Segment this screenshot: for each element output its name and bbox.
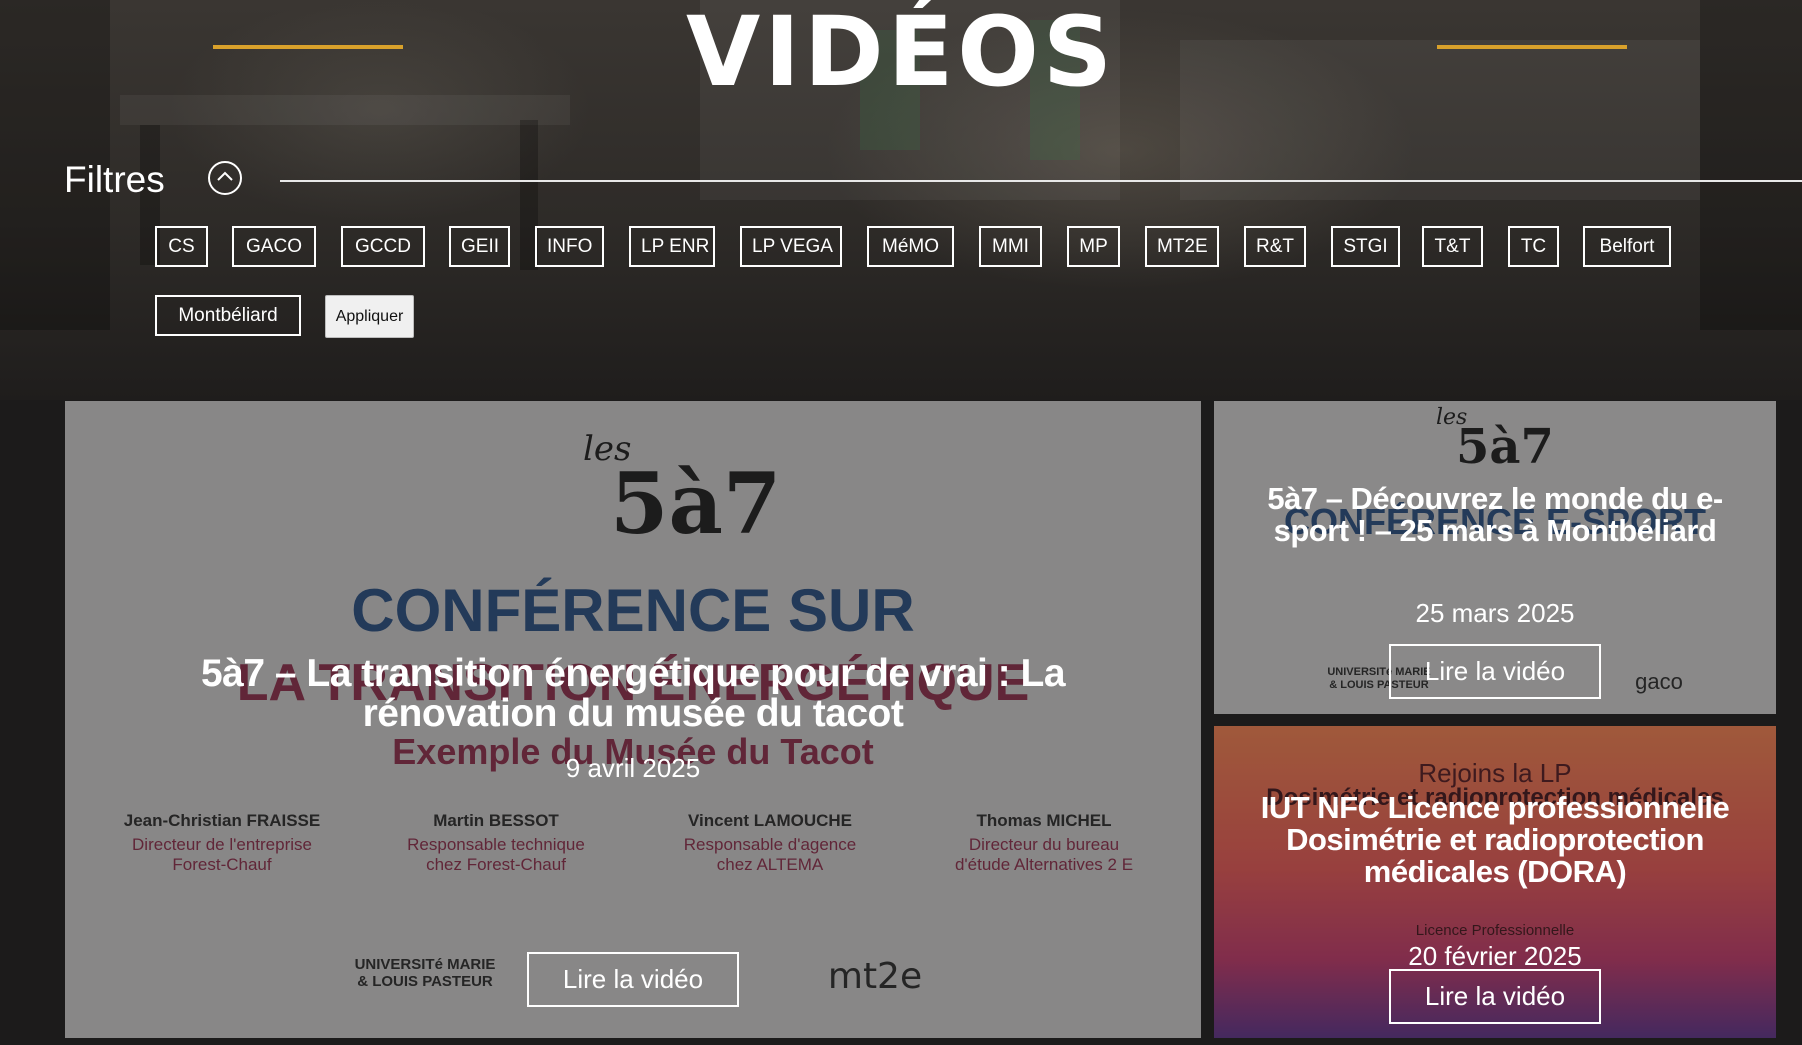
filter-chip-gaco[interactable]: GACO: [232, 226, 316, 267]
filter-chip-mmi[interactable]: MMI: [979, 226, 1042, 267]
filter-chip-belfort[interactable]: Belfort: [1583, 226, 1671, 267]
video-date: 20 février 2025: [1408, 941, 1582, 971]
filter-chip-info[interactable]: INFO: [535, 226, 604, 267]
filter-chip-rt[interactable]: R&T: [1244, 226, 1306, 267]
apply-filters-button[interactable]: Appliquer: [325, 295, 414, 338]
filter-chip-gccd[interactable]: GCCD: [341, 226, 425, 267]
filter-chip-cs[interactable]: CS: [155, 226, 208, 267]
video-card[interactable]: Rejoins la LP Dosimétrie et radioprotect…: [1214, 726, 1776, 1038]
filter-chip-tc[interactable]: TC: [1508, 226, 1559, 267]
filter-chip-tt[interactable]: T&T: [1422, 226, 1483, 267]
filters-label: Filtres: [64, 159, 165, 200]
filter-chip-lp-vega[interactable]: LP VEGA: [740, 226, 842, 267]
video-title: IUT NFC Licence professionnelle Dosimétr…: [1260, 790, 1730, 889]
filter-chip-lp-enr[interactable]: LP ENR: [629, 226, 715, 267]
filter-chip-mt2e[interactable]: MT2E: [1145, 226, 1219, 267]
filter-chip-memo[interactable]: MéMO: [867, 226, 954, 267]
watch-video-button[interactable]: Lire la vidéo: [527, 952, 739, 1007]
video-date: 9 avril 2025: [565, 753, 701, 783]
filters-toggle-button[interactable]: [208, 161, 242, 195]
watch-video-button[interactable]: Lire la vidéo: [1389, 644, 1601, 699]
filter-chip-mp[interactable]: MP: [1067, 226, 1120, 267]
page-title: VIDÉOS: [685, 0, 1117, 108]
video-date: 25 mars 2025: [1415, 598, 1575, 628]
page-header: VIDÉOS: [0, 0, 1802, 110]
video-card[interactable]: les 5à7 CONFÉRENCE E-SPORT UNIVERSITé MA…: [1214, 401, 1776, 714]
filter-chip-geii[interactable]: GEII: [449, 226, 510, 267]
filters-divider: [280, 180, 1802, 182]
chevron-up-icon: [216, 169, 234, 187]
filter-chip-montbeliard[interactable]: Montbéliard: [155, 295, 301, 336]
filter-chip-stgi[interactable]: STGI: [1331, 226, 1400, 267]
video-title: 5à7 – Découvrez le monde du e-sport ! – …: [1267, 481, 1723, 548]
video-card-featured[interactable]: les 5à7 CONFÉRENCE SUR LA TRANSITION ÉNE…: [65, 401, 1201, 1038]
watch-video-button[interactable]: Lire la vidéo: [1389, 969, 1601, 1024]
video-title: 5à7 – La transition énergétique pour de …: [200, 652, 1066, 735]
